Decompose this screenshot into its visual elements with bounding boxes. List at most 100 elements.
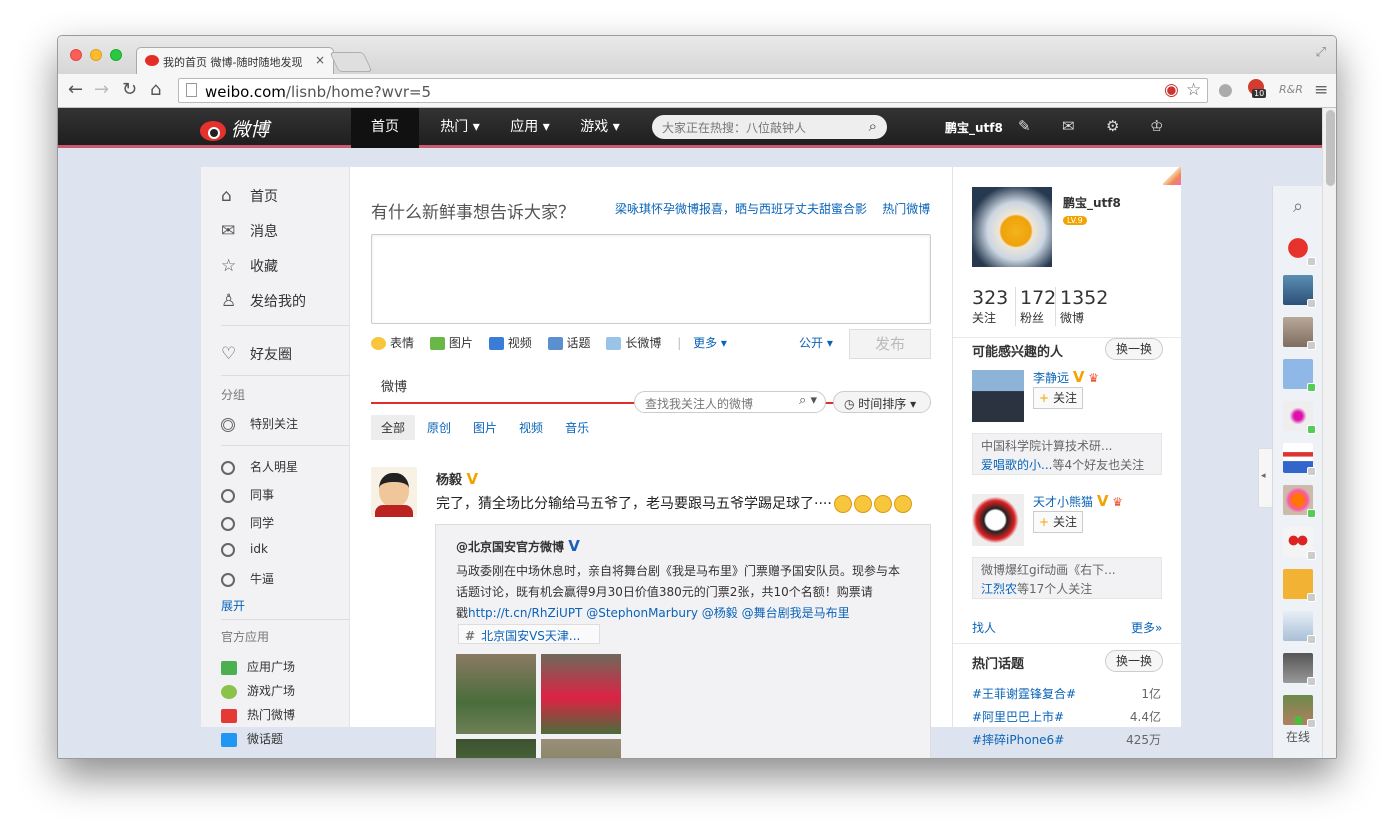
- filter-original[interactable]: 原创: [417, 415, 461, 440]
- weibo-contact-avatar[interactable]: [1283, 233, 1316, 266]
- topic-tool[interactable]: 话题: [547, 336, 591, 350]
- image-tool[interactable]: 图片: [429, 336, 473, 350]
- hot-weibo-link[interactable]: 热门微博: [882, 202, 930, 216]
- app-item[interactable]: 应用广场: [221, 658, 295, 675]
- contact-avatar[interactable]: [1283, 485, 1316, 518]
- left-nav-favorites[interactable]: ☆ 收藏: [221, 256, 278, 276]
- feed-tab[interactable]: 微博: [381, 376, 407, 395]
- contact-avatar[interactable]: [1283, 275, 1316, 308]
- compose-textarea[interactable]: [371, 234, 931, 324]
- sort-dropdown[interactable]: ◷ 时间排序 ▾: [833, 391, 931, 413]
- left-nav-sent-to-me[interactable]: ♙ 发给我的: [221, 291, 306, 311]
- more-tools-dropdown[interactable]: 更多 ▾: [693, 336, 727, 350]
- contact-avatar[interactable]: [1283, 401, 1316, 434]
- hot-search-input[interactable]: 大家正在热搜：八位敲钟人 ⌕: [652, 115, 887, 139]
- profile-name[interactable]: 鹏宝_utf8: [1063, 194, 1121, 211]
- expand-groups-link[interactable]: 展开: [221, 597, 245, 614]
- filter-music[interactable]: 音乐: [555, 415, 599, 440]
- compose-icon[interactable]: ✎: [1018, 117, 1031, 135]
- post-photo[interactable]: [456, 654, 536, 734]
- mutual-link[interactable]: 江烈农: [981, 582, 1017, 596]
- stat-followers[interactable]: 172 粉丝: [1015, 287, 1056, 326]
- suggest-avatar[interactable]: [972, 494, 1024, 546]
- repost-author[interactable]: @北京国安官方微博 V: [456, 537, 580, 555]
- left-nav-home[interactable]: ⌂ 首页: [221, 186, 278, 206]
- post-author[interactable]: 杨毅 V: [436, 469, 478, 488]
- suggest-person[interactable]: 李静远 V ♛: [1033, 368, 1099, 386]
- long-weibo-tool[interactable]: 长微博: [606, 336, 661, 350]
- group-item[interactable]: 同学: [221, 514, 274, 531]
- nav-home[interactable]: 首页: [351, 108, 419, 148]
- group-item-special[interactable]: 特别关注: [221, 415, 298, 432]
- nav-username[interactable]: 鹏宝_utf8: [945, 119, 1003, 136]
- weibo-logo[interactable]: 微博: [200, 115, 269, 142]
- sina-contact-avatar[interactable]: [1283, 569, 1316, 602]
- trending-link[interactable]: 梁咏琪怀孕微博报喜，晒与西班牙丈夫甜蜜合影: [615, 202, 867, 216]
- suggest-swap-button[interactable]: 换一换: [1105, 338, 1163, 360]
- topics-swap-button[interactable]: 换一换: [1105, 650, 1163, 672]
- follow-button[interactable]: + 关注: [1033, 511, 1083, 533]
- page-scrollbar[interactable]: [1322, 108, 1336, 758]
- search-icon[interactable]: ⌕ ▾: [799, 393, 817, 408]
- topic-link[interactable]: #王菲谢霆锋复合#: [972, 685, 1076, 702]
- tab-close-icon[interactable]: ×: [315, 53, 325, 67]
- nav-hot[interactable]: 热门 ▾: [428, 108, 492, 148]
- follow-button[interactable]: + 关注: [1033, 387, 1083, 409]
- new-tab-button[interactable]: [329, 52, 373, 72]
- group-item[interactable]: 同事: [221, 486, 274, 503]
- extension-badge-icon[interactable]: 10: [1248, 79, 1267, 98]
- video-tool[interactable]: 视频: [488, 336, 532, 350]
- menu-icon[interactable]: ≡: [1314, 80, 1328, 100]
- post-author-avatar[interactable]: [371, 467, 417, 517]
- message-icon[interactable]: ✉: [1062, 117, 1075, 135]
- settings-gear-icon[interactable]: ⚙: [1106, 117, 1119, 135]
- group-item[interactable]: 牛逼: [221, 570, 274, 587]
- fullscreen-icon[interactable]: ⤢: [1316, 45, 1326, 60]
- app-item[interactable]: 热门微博: [221, 706, 295, 723]
- post-photo[interactable]: [456, 739, 536, 758]
- group-item[interactable]: 名人明星: [221, 458, 298, 475]
- zoom-window-button[interactable]: [110, 49, 122, 61]
- nav-apps[interactable]: 应用 ▾: [498, 108, 562, 148]
- extension-globe-icon[interactable]: ●: [1218, 80, 1233, 100]
- find-people-link[interactable]: 找人: [972, 619, 996, 636]
- app-item[interactable]: 游戏广场: [221, 682, 295, 699]
- suggest-person[interactable]: 天才小熊猫 V ♛: [1033, 492, 1123, 510]
- filter-video[interactable]: 视频: [509, 415, 553, 440]
- post-photo[interactable]: [541, 654, 621, 734]
- emoji-tool[interactable]: 表情: [371, 336, 414, 350]
- stat-posts[interactable]: 1352 微博: [1055, 287, 1108, 326]
- publish-button[interactable]: 发布: [849, 329, 931, 359]
- app-item[interactable]: 微话题: [221, 730, 283, 747]
- contact-avatar[interactable]: [1283, 611, 1316, 644]
- suggest-avatar[interactable]: [972, 370, 1024, 422]
- home-icon[interactable]: ⌂: [150, 80, 161, 100]
- browser-tab[interactable]: 我的首页 微博-随时随地发现 ×: [136, 47, 334, 75]
- contact-avatar[interactable]: [1283, 359, 1316, 392]
- contact-avatar[interactable]: [1283, 527, 1316, 560]
- hashtag-card[interactable]: # 北京国安VS天津...: [458, 624, 600, 644]
- weibo-share-icon[interactable]: ◉: [1164, 80, 1179, 100]
- topic-link[interactable]: #摔碎iPhone6#: [972, 731, 1064, 748]
- search-icon[interactable]: ⌕: [1283, 196, 1313, 226]
- left-nav-friend-circle[interactable]: ♡ 好友圈: [221, 344, 292, 364]
- filter-images[interactable]: 图片: [463, 415, 507, 440]
- account-icon[interactable]: ♔: [1150, 117, 1163, 135]
- collapse-chat-button[interactable]: ◂: [1258, 448, 1272, 508]
- feed-search-input[interactable]: 查找我关注人的微博 ⌕ ▾: [634, 391, 826, 413]
- more-people-link[interactable]: 更多»: [1131, 619, 1162, 636]
- left-nav-messages[interactable]: ✉ 消息: [221, 221, 278, 241]
- visibility-dropdown[interactable]: 公开 ▾: [799, 334, 833, 351]
- back-icon[interactable]: ←: [68, 80, 83, 100]
- online-status[interactable]: 在线: [1273, 716, 1322, 745]
- stat-following[interactable]: 323 关注: [972, 287, 1008, 326]
- contact-avatar[interactable]: [1283, 317, 1316, 350]
- profile-avatar[interactable]: [972, 187, 1052, 267]
- minimize-window-button[interactable]: [90, 49, 102, 61]
- topic-link[interactable]: #阿里巴巴上市#: [972, 708, 1064, 725]
- contact-avatar[interactable]: [1283, 653, 1316, 686]
- contact-avatar[interactable]: [1283, 443, 1316, 476]
- reload-icon[interactable]: ↻: [122, 80, 137, 100]
- filter-all[interactable]: 全部: [371, 415, 416, 440]
- scrollbar-thumb[interactable]: [1326, 110, 1335, 186]
